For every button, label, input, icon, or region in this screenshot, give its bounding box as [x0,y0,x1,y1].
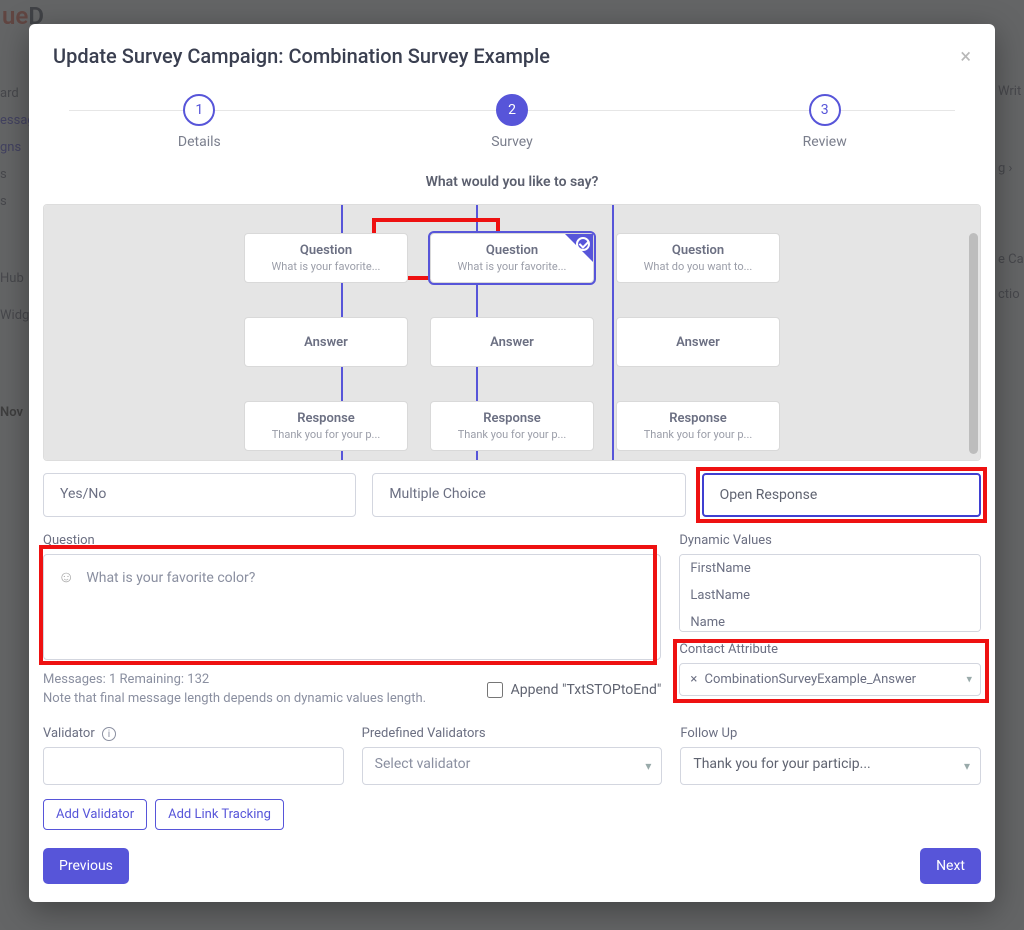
modal-title: Update Survey Campaign: Combination Surv… [53,44,550,68]
node-answer-3[interactable]: Answer [616,317,780,367]
dynamic-values-label: Dynamic Values [679,533,981,548]
contact-attribute-label: Contact Attribute [679,642,981,657]
dyn-item-lastname[interactable]: LastName [680,582,980,609]
validator-label: Validator i [43,726,344,742]
node-question-3[interactable]: Question What do you want to... [616,233,780,283]
add-validator-button[interactable]: Add Validator [43,799,147,830]
prompt-text: What would you like to say? [29,174,995,190]
dyn-item-firstname[interactable]: FirstName [680,555,980,582]
info-icon[interactable]: i [102,727,116,741]
question-label: Question [43,533,661,548]
dyn-item-name[interactable]: Name [680,609,980,632]
contact-attribute-select[interactable]: × CombinationSurveyExample_Answer ▾ [679,663,981,696]
predefined-validators-label: Predefined Validators [362,726,663,741]
close-icon[interactable]: × [960,44,971,68]
node-response-2[interactable]: Response Thank you for your p... [430,401,594,451]
type-yesno[interactable]: Yes/No [43,473,356,517]
node-answer-1[interactable]: Answer [244,317,408,367]
followup-select[interactable]: Thank you for your particip... [680,747,981,785]
node-answer-2[interactable]: Answer [430,317,594,367]
node-response-3[interactable]: Response Thank you for your p... [616,401,780,451]
canvas-scrollbar[interactable] [969,233,978,454]
next-button[interactable]: Next [920,848,981,884]
predefined-validators-select[interactable]: Select validator [362,747,663,785]
add-link-tracking-button[interactable]: Add Link Tracking [155,799,284,830]
node-response-1[interactable]: Response Thank you for your p... [244,401,408,451]
message-note: Note that final message length depends o… [43,691,467,706]
node-question-1[interactable]: Question What is your favorite... [244,233,408,283]
clear-icon[interactable]: × [690,672,697,687]
type-open-response[interactable]: Open Response [702,473,981,517]
append-stop-checkbox[interactable]: Append "TxtSTOPtoEnd" [487,682,662,698]
emoji-icon[interactable]: ☺ [58,567,74,586]
chevron-down-icon: ▾ [966,673,972,686]
validator-input[interactable] [43,747,344,785]
check-icon [576,237,590,251]
step-details[interactable]: 1 Details [43,94,356,150]
flow-canvas[interactable]: Question What is your favorite... Questi… [43,204,981,461]
question-textarea[interactable]: ☺ What is your favorite color? [43,554,661,660]
type-multiple-choice[interactable]: Multiple Choice [372,473,685,517]
followup-label: Follow Up [680,726,981,741]
stepper: 1 Details 2 Survey 3 Review [29,84,995,168]
previous-button[interactable]: Previous [43,848,129,884]
update-survey-modal: Update Survey Campaign: Combination Surv… [29,24,995,902]
node-question-2[interactable]: Question What is your favorite... [430,233,594,283]
message-counter: Messages: 1 Remaining: 132 [43,672,467,687]
dynamic-values-list[interactable]: FirstName LastName Name [679,554,981,632]
step-review[interactable]: 3 Review [668,94,981,150]
step-survey[interactable]: 2 Survey [356,94,669,150]
